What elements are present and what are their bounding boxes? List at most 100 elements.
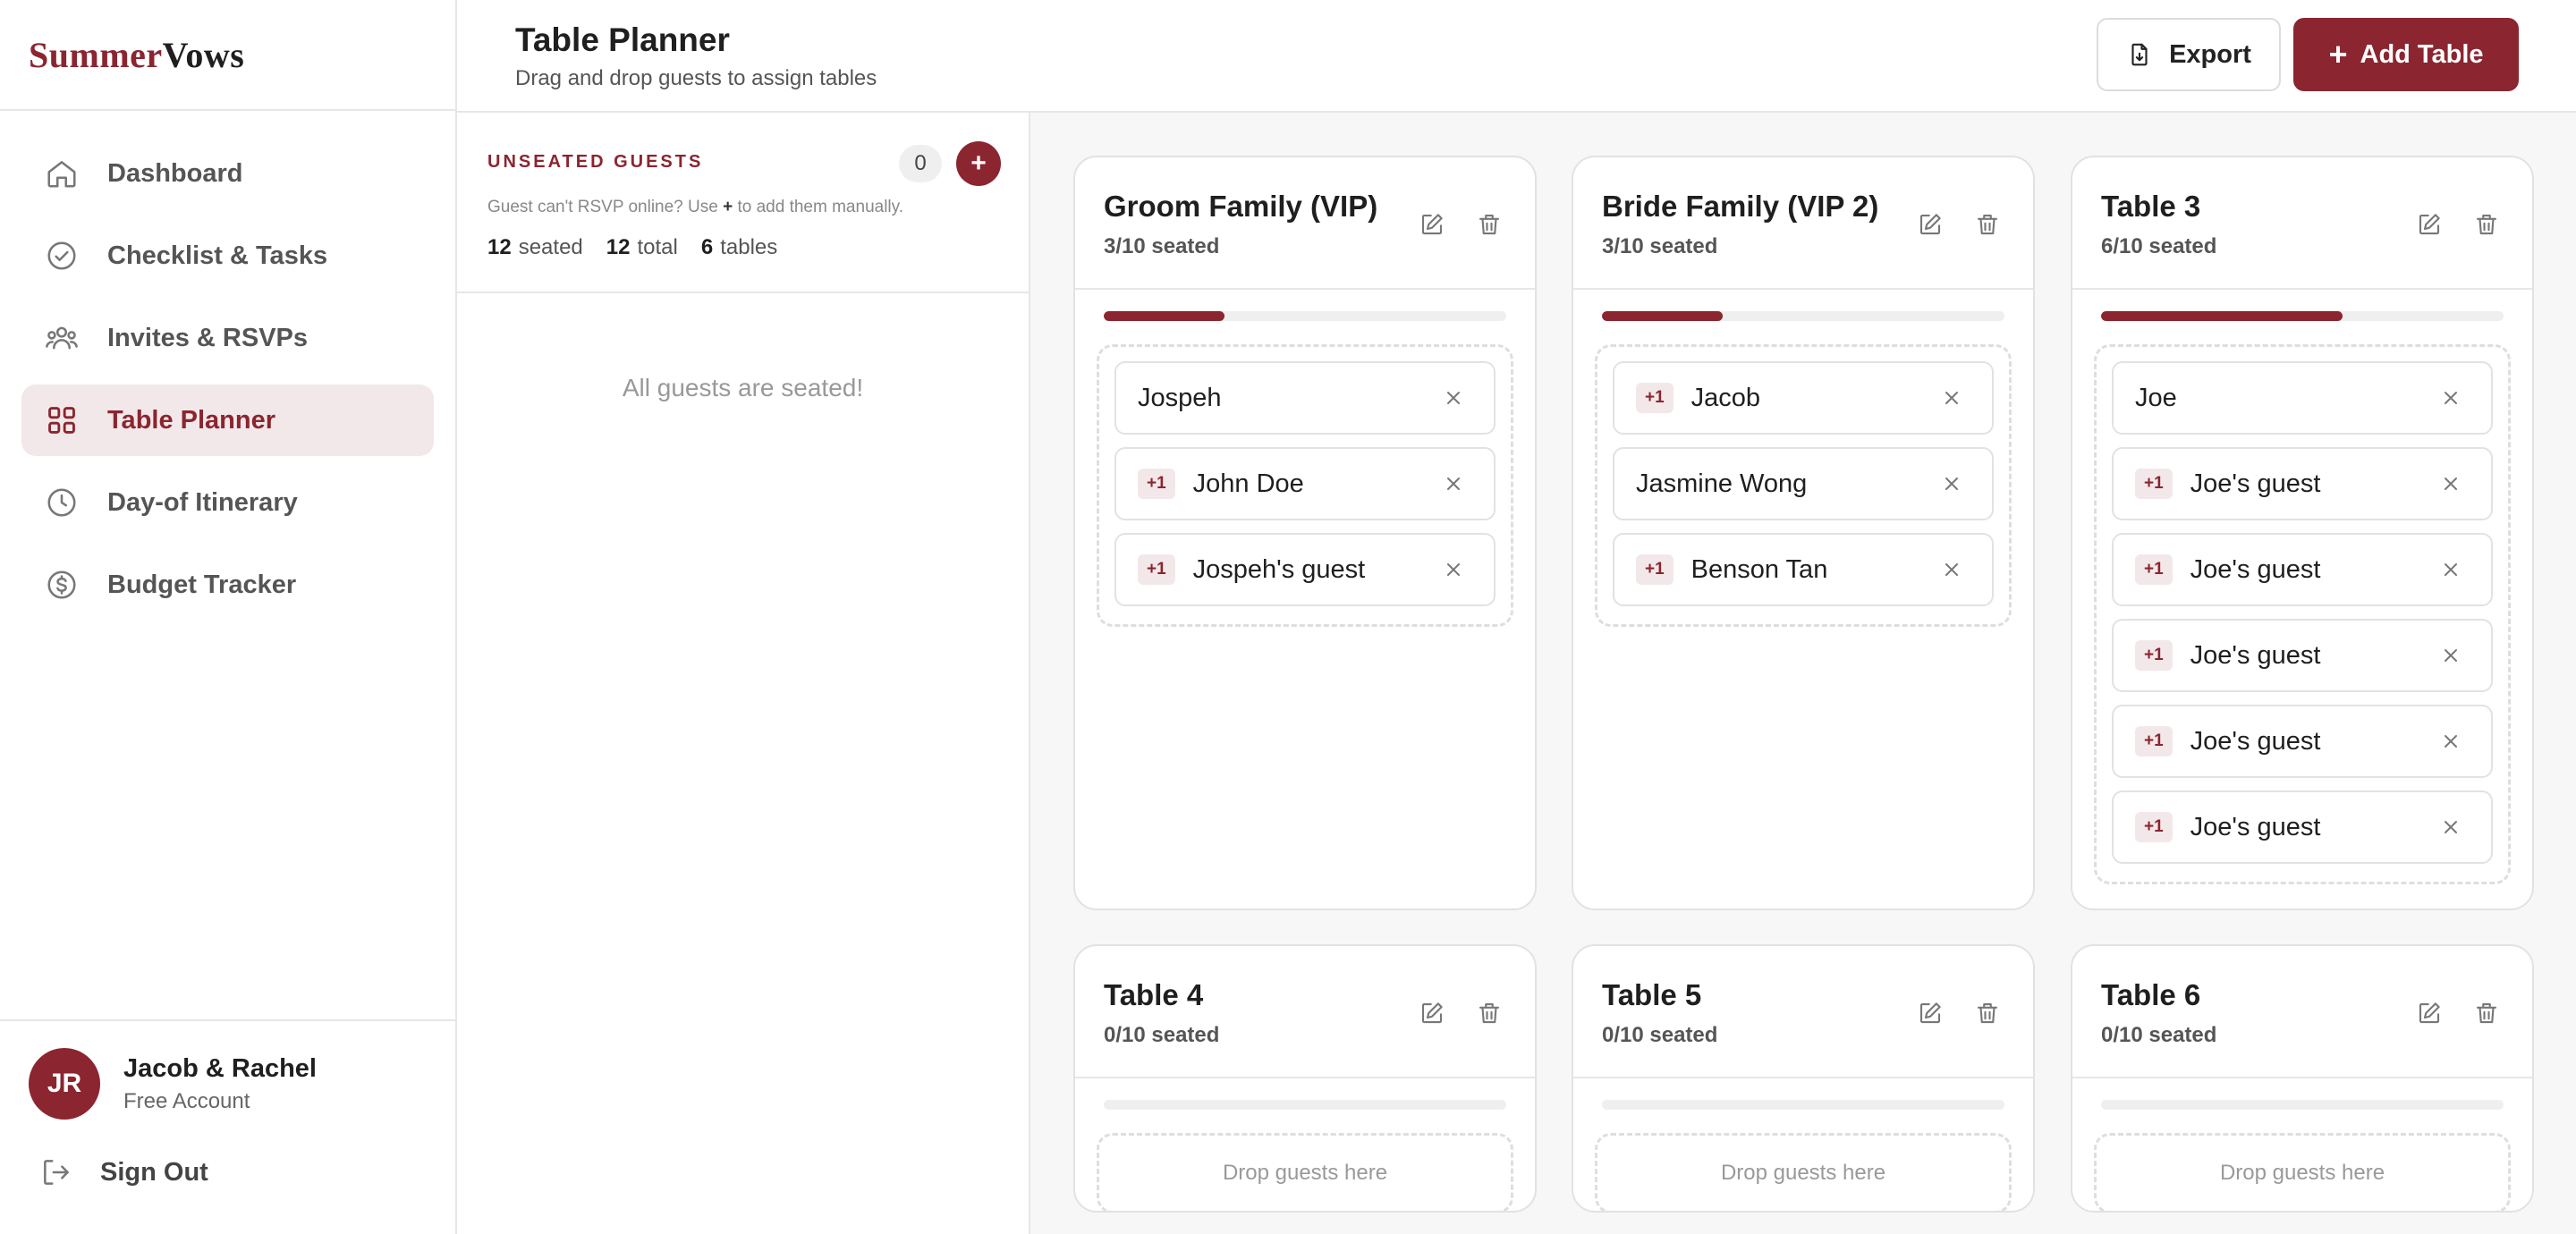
table-card[interactable]: Table 3 6/10 seated Joe +1 Joe's guest +… <box>2071 156 2534 910</box>
stat-total-value: 12 <box>606 235 631 259</box>
edit-icon[interactable] <box>2414 209 2445 240</box>
guest-name: Joe's guest <box>2190 554 2321 584</box>
guest-chip[interactable]: +1 Benson Tan <box>1613 533 1994 606</box>
edit-icon[interactable] <box>1417 209 1447 240</box>
guest-chip[interactable]: +1 Joe's guest <box>2112 705 2493 778</box>
table-card[interactable]: Table 5 0/10 seated Drop guests here <box>1572 944 2035 1213</box>
unseated-guests-header: UNSEATED GUESTS 0 + Guest can't RSVP onl… <box>457 113 1029 293</box>
guest-chip[interactable]: +1 Joe's guest <box>2112 533 2493 606</box>
guest-chip[interactable]: +1 Joe's guest <box>2112 447 2493 520</box>
page-subtitle: Drag and drop guests to assign tables <box>515 66 877 90</box>
sidebar-nav: Dashboard Checklist & Tasks Invites & RS… <box>0 111 455 621</box>
sidebar-item-label: Dashboard <box>107 158 243 188</box>
hint-text-after: to add them manually. <box>737 198 904 216</box>
remove-guest-icon[interactable] <box>2437 814 2464 841</box>
trash-icon[interactable] <box>1972 998 2003 1028</box>
add-table-button[interactable]: + Add Table <box>2293 18 2519 91</box>
empty-unseated-message: All guests are seated! <box>622 374 864 401</box>
guest-chip[interactable]: +1 Joe's guest <box>2112 619 2493 692</box>
plus-one-badge: +1 <box>2135 726 2173 756</box>
page-title: Table Planner <box>515 21 730 58</box>
remove-guest-icon[interactable] <box>2437 642 2464 669</box>
sidebar-item-itinerary[interactable]: Day-of Itinerary <box>21 467 434 538</box>
table-actions <box>1888 209 2003 240</box>
drop-zone[interactable]: Drop guests here <box>1595 1133 2012 1211</box>
table-progress-fill <box>1602 311 1723 321</box>
hint-text-before: Guest can't RSVP online? Use <box>487 198 718 216</box>
stat-total-label: total <box>637 235 678 259</box>
guest-name: Joe's guest <box>2190 640 2321 670</box>
table-card[interactable]: Table 6 0/10 seated Drop guests here <box>2071 944 2534 1213</box>
add-guest-button[interactable]: + <box>956 141 1001 186</box>
export-button[interactable]: Export <box>2097 18 2281 91</box>
sign-out-button[interactable]: Sign Out <box>0 1120 455 1189</box>
edit-icon[interactable] <box>2414 998 2445 1028</box>
remove-guest-icon[interactable] <box>2437 728 2464 755</box>
remove-guest-icon[interactable] <box>1938 470 1965 497</box>
home-icon <box>43 155 80 192</box>
plus-one-badge: +1 <box>1636 383 1674 413</box>
table-actions <box>2387 209 2502 240</box>
drop-zone[interactable]: Joe +1 Joe's guest +1 Joe's guest +1 Joe… <box>2094 344 2511 884</box>
drop-zone[interactable]: Drop guests here <box>2094 1133 2511 1211</box>
remove-guest-icon[interactable] <box>2437 385 2464 411</box>
guest-chip[interactable]: +1 Jacob <box>1613 361 1994 435</box>
remove-guest-icon[interactable] <box>2437 470 2464 497</box>
plus-one-badge: +1 <box>1138 554 1175 585</box>
table-card[interactable]: Groom Family (VIP) 3/10 seated Jospeh +1… <box>1073 156 1537 910</box>
unseated-guests-panel: UNSEATED GUESTS 0 + Guest can't RSVP onl… <box>457 113 1030 1234</box>
clock-icon <box>43 484 80 521</box>
tables-grid: Groom Family (VIP) 3/10 seated Jospeh +1… <box>1030 113 2576 1234</box>
check-circle-icon <box>43 237 80 275</box>
table-card[interactable]: Bride Family (VIP 2) 3/10 seated +1 Jaco… <box>1572 156 2035 910</box>
trash-icon[interactable] <box>2471 998 2502 1028</box>
sidebar-item-budget[interactable]: Budget Tracker <box>21 549 434 621</box>
stat-tables: 6 tables <box>701 235 777 260</box>
brand-logo[interactable]: Summer Vows <box>0 0 455 111</box>
stat-total: 12 total <box>606 235 678 260</box>
remove-guest-icon[interactable] <box>1440 385 1467 411</box>
plus-one-badge: +1 <box>2135 812 2173 842</box>
table-card[interactable]: Table 4 0/10 seated Drop guests here <box>1073 944 1537 1213</box>
guest-name: Jospeh's guest <box>1192 554 1366 584</box>
plus-one-badge: +1 <box>1138 469 1175 499</box>
drop-zone[interactable]: Drop guests here <box>1097 1133 1513 1211</box>
guest-chip[interactable]: +1 John Doe <box>1114 447 1496 520</box>
remove-guest-icon[interactable] <box>1938 556 1965 583</box>
table-progress-bar <box>2101 311 2504 321</box>
sidebar-item-table-planner[interactable]: Table Planner <box>21 385 434 456</box>
avatar: JR <box>29 1048 100 1120</box>
guest-chip[interactable]: Joe <box>2112 361 2493 435</box>
guest-chip[interactable]: +1 Jospeh's guest <box>1114 533 1496 606</box>
guest-chip[interactable]: +1 Joe's guest <box>2112 790 2493 864</box>
table-progress-fill <box>1104 311 1224 321</box>
guest-chip[interactable]: Jasmine Wong <box>1613 447 1994 520</box>
user-profile[interactable]: JR Jacob & Rachel Free Account <box>0 1021 455 1120</box>
guest-chip[interactable]: Jospeh <box>1114 361 1496 435</box>
remove-guest-icon[interactable] <box>2437 556 2464 583</box>
edit-icon[interactable] <box>1417 998 1447 1028</box>
sidebar-item-checklist[interactable]: Checklist & Tasks <box>21 220 434 292</box>
drop-zone[interactable]: +1 Jacob Jasmine Wong +1 Benson Tan <box>1595 344 2012 627</box>
drop-zone[interactable]: Jospeh +1 John Doe +1 Jospeh's guest <box>1097 344 1513 627</box>
table-card-header: Table 4 0/10 seated <box>1075 946 1535 1078</box>
remove-guest-icon[interactable] <box>1440 556 1467 583</box>
guest-name: Joe's guest <box>2190 469 2321 498</box>
sidebar-item-invites[interactable]: Invites & RSVPs <box>21 302 434 374</box>
guest-name: Jacob <box>1690 383 1761 412</box>
remove-guest-icon[interactable] <box>1938 385 1965 411</box>
table-card-header: Groom Family (VIP) 3/10 seated <box>1075 157 1535 290</box>
sidebar-item-dashboard[interactable]: Dashboard <box>21 138 434 209</box>
stat-seated-value: 12 <box>487 235 512 259</box>
trash-icon[interactable] <box>1972 209 2003 240</box>
sidebar-item-label: Budget Tracker <box>107 570 297 599</box>
trash-icon[interactable] <box>1474 209 1504 240</box>
sidebar: Summer Vows Dashboard Checklist & Tasks I… <box>0 0 457 1234</box>
trash-icon[interactable] <box>1474 998 1504 1028</box>
edit-icon[interactable] <box>1915 998 1945 1028</box>
edit-icon[interactable] <box>1915 209 1945 240</box>
plus-icon: + <box>2328 36 2348 72</box>
table-progress-fill <box>2101 311 2343 321</box>
trash-icon[interactable] <box>2471 209 2502 240</box>
remove-guest-icon[interactable] <box>1440 470 1467 497</box>
